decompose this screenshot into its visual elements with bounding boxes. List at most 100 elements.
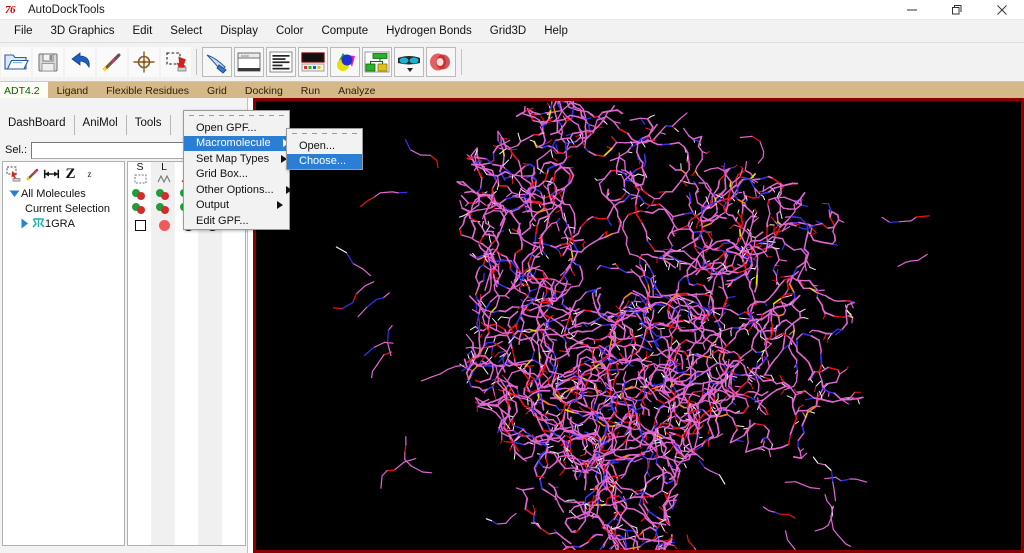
chevron-down-icon[interactable] [7, 189, 21, 198]
undo-arrow-icon[interactable] [65, 47, 95, 77]
menu-item-label: Macromolecule [196, 137, 271, 150]
menu-item-other-options[interactable]: Other Options... [184, 182, 292, 198]
column-letter: S [136, 161, 144, 173]
grid-dropdown-menu: Open GPF... Macromolecule Set Map Types … [183, 110, 292, 230]
molecule-icon [31, 218, 45, 229]
dot-toggle-s[interactable] [128, 188, 152, 202]
column-header-l[interactable]: L [152, 162, 176, 188]
dashboard-tab-animol[interactable]: AniMol [74, 115, 127, 135]
tree-diagram-icon[interactable] [362, 47, 392, 77]
menu-bar: File 3D Graphics Edit Select Display Col… [0, 20, 1024, 43]
menu-item-label: Edit GPF... [196, 214, 249, 227]
color-panel-icon[interactable] [298, 47, 328, 77]
toggle-l[interactable] [152, 217, 176, 233]
menubar-hydrogen-bonds[interactable]: Hydrogen Bonds [377, 22, 481, 40]
crosshair-target-icon[interactable] [129, 47, 159, 77]
menu-item-edit-gpf[interactable]: Edit GPF... [184, 213, 289, 229]
menubar-color[interactable]: Color [267, 22, 312, 40]
menubar-3d-graphics[interactable]: 3D Graphics [42, 22, 124, 40]
submenu-item-choose[interactable]: Choose... [287, 153, 362, 169]
menu-item-label: Output [196, 199, 230, 212]
menu-item-grid-box[interactable]: Grid Box... [184, 167, 289, 183]
dot-toggle-s[interactable] [128, 202, 152, 216]
submenu-tearoff[interactable] [287, 129, 362, 138]
dashboard-tab-dashboard[interactable]: DashBoard [0, 115, 75, 135]
dot-toggle-l[interactable] [152, 202, 176, 216]
sort-z-ascending-icon[interactable]: z [81, 164, 98, 184]
adt-tab-analyze[interactable]: Analyze [329, 82, 384, 98]
tree-item-current-selection[interactable]: Current Selection [3, 201, 124, 216]
column-header-s[interactable]: S [128, 162, 152, 188]
adt-tab-grid[interactable]: Grid [198, 82, 236, 98]
menu-item-set-map-types[interactable]: Set Map Types [184, 151, 289, 167]
adt-tab-flexible-residues[interactable]: Flexible Residues [97, 82, 198, 98]
chevron-right-icon[interactable] [17, 218, 31, 229]
adt-tab-bar: ADT4.2 Ligand Flexible Residues Grid Doc… [0, 82, 1024, 98]
menubar-select[interactable]: Select [161, 22, 211, 40]
magic-wand-icon[interactable] [24, 164, 41, 184]
menubar-compute[interactable]: Compute [312, 22, 377, 40]
toolbar-separator-2 [461, 49, 462, 75]
menu-item-label: Open... [299, 139, 336, 152]
menubar-display[interactable]: Display [211, 22, 267, 40]
menu-item-label: Set Map Types [196, 152, 270, 165]
anaglyph-icon[interactable] [426, 47, 456, 77]
toolbar-separator-1 [196, 49, 197, 75]
molecule-3d-viewport[interactable] [253, 98, 1024, 553]
open-folder-icon[interactable] [1, 47, 31, 77]
menu-item-output[interactable]: Output [184, 198, 289, 214]
main-toolbar: >>> [0, 43, 1024, 82]
measure-distance-icon[interactable] [43, 164, 60, 184]
menu-item-label: Open GPF... [196, 121, 257, 134]
pen-tool-icon[interactable] [202, 47, 232, 77]
title-bar: 76 AutoDockTools [0, 0, 1024, 20]
menubar-help[interactable]: Help [535, 22, 577, 40]
protein-wireframe-render [256, 101, 1021, 550]
adt-tab-docking[interactable]: Docking [236, 82, 292, 98]
chevron-right-icon [277, 201, 283, 210]
adt-tab-ligand[interactable]: Ligand [48, 82, 98, 98]
macromolecule-submenu: Open... Choose... [286, 128, 363, 170]
marquee-icon [134, 173, 147, 185]
color-sphere-icon[interactable] [330, 47, 360, 77]
chevron-right-icon [285, 185, 292, 194]
maximize-restore-button[interactable] [934, 0, 979, 20]
dot-toggle-l[interactable] [152, 188, 176, 202]
menu-item-open-gpf[interactable]: Open GPF... [184, 120, 289, 136]
menubar-file[interactable]: File [5, 22, 42, 40]
window-title: AutoDockTools [28, 3, 105, 16]
menu-tearoff[interactable] [184, 111, 289, 120]
tree-toolbar: Z z [3, 162, 124, 186]
checkbox-s[interactable] [128, 217, 152, 233]
svg-text:>>>: >>> [241, 53, 249, 58]
tree-item-1gra[interactable]: 1GRA [3, 216, 124, 231]
tree-item-label: All Molecules [21, 187, 86, 200]
close-button[interactable] [979, 0, 1024, 20]
menubar-grid3d[interactable]: Grid3D [481, 22, 535, 40]
menubar-edit[interactable]: Edit [123, 22, 161, 40]
adt-logo-icon: 76 [5, 3, 16, 16]
application-window: 76 AutoDockTools File 3D Graphics Edit S… [0, 0, 1024, 553]
text-lines-icon[interactable] [266, 47, 296, 77]
sort-z-descending-icon[interactable]: Z [62, 164, 79, 184]
adt-tab-adt42[interactable]: ADT4.2 [0, 82, 48, 98]
menu-item-label: Grid Box... [196, 168, 248, 181]
stereo-glasses-icon[interactable] [394, 47, 424, 77]
save-floppy-icon[interactable] [33, 47, 63, 77]
adt-tab-run[interactable]: Run [292, 82, 329, 98]
selection-label: Sel.: [5, 144, 28, 156]
window-controls [889, 0, 1024, 20]
submenu-item-open[interactable]: Open... [287, 138, 362, 154]
dialog-window-icon[interactable]: >>> [234, 47, 264, 77]
magic-wand-icon[interactable] [97, 47, 127, 77]
select-arrow-icon[interactable] [5, 164, 22, 184]
marquee-select-icon[interactable] [161, 47, 191, 77]
tree-item-label: Current Selection [25, 202, 110, 215]
minimize-button[interactable] [889, 0, 934, 20]
dashboard-tab-tools[interactable]: Tools [126, 115, 171, 135]
tree-item-label: 1GRA [45, 217, 75, 230]
menu-item-macromolecule[interactable]: Macromolecule [184, 135, 289, 151]
molecule-tree-panel: Z z All Molecules Current Selection 1GRA [2, 161, 125, 546]
lines-icon [157, 173, 171, 185]
tree-item-all-molecules[interactable]: All Molecules [3, 186, 124, 201]
